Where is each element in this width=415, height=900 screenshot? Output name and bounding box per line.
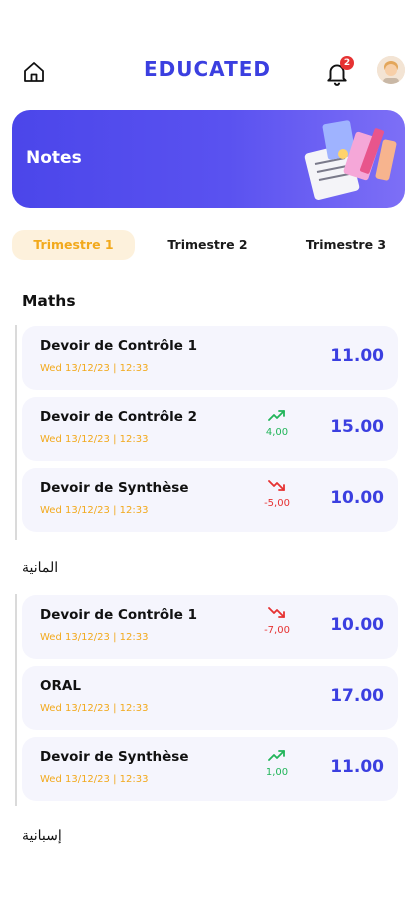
- trend-value: 4,00: [265, 427, 289, 438]
- section-title-spanish: إسبانية: [22, 828, 62, 844]
- trend-value: -5,00: [264, 498, 290, 509]
- grade-date: Wed 13/12/23 | 12:33: [40, 434, 149, 445]
- grade-value: 17.00: [330, 686, 384, 706]
- grade-value: 10.00: [330, 488, 384, 508]
- tab-trimestre-2[interactable]: Trimestre 2: [155, 230, 260, 260]
- grade-date: Wed 13/12/23 | 12:33: [40, 363, 149, 374]
- grade-value: 10.00: [330, 615, 384, 635]
- top-bar: EDUCATED 2: [0, 48, 415, 96]
- tab-trimestre-3[interactable]: Trimestre 3: [290, 230, 402, 260]
- grade-card[interactable]: Devoir de Contrôle 1 Wed 13/12/23 | 12:3…: [22, 595, 398, 659]
- trend-value: 1,00: [265, 767, 289, 778]
- grade-date: Wed 13/12/23 | 12:33: [40, 703, 149, 714]
- section-title-german: المانية: [22, 560, 59, 576]
- grade-value: 11.00: [330, 346, 384, 366]
- trend-down-icon: [268, 607, 285, 618]
- grade-trend: 4,00: [260, 409, 294, 438]
- grade-title: Devoir de Contrôle 1: [40, 607, 197, 623]
- trend-up-icon: [268, 410, 285, 421]
- grade-card[interactable]: Devoir de Synthèse Wed 13/12/23 | 12:33 …: [22, 468, 398, 532]
- tab-trimestre-1[interactable]: Trimestre 1: [12, 230, 135, 260]
- grade-value: 15.00: [330, 417, 384, 437]
- notes-banner: Notes: [12, 110, 405, 208]
- notebooks-illustration-icon: [304, 120, 397, 201]
- grade-date: Wed 13/12/23 | 12:33: [40, 505, 149, 516]
- grade-title: Devoir de Contrôle 1: [40, 338, 197, 354]
- grade-title: ORAL: [40, 678, 81, 694]
- grade-card[interactable]: Devoir de Synthèse Wed 13/12/23 | 12:33 …: [22, 737, 398, 801]
- notification-badge: 2: [340, 56, 354, 70]
- grade-card[interactable]: ORAL Wed 13/12/23 | 12:33 17.00: [22, 666, 398, 730]
- notifications-button[interactable]: 2: [324, 56, 354, 86]
- grade-trend: -5,00: [260, 480, 294, 509]
- trend-down-icon: [268, 480, 285, 491]
- trend-up-icon: [268, 750, 285, 761]
- grade-trend: -7,00: [260, 607, 294, 636]
- grade-title: Devoir de Contrôle 2: [40, 409, 197, 425]
- avatar[interactable]: [377, 56, 405, 84]
- section-title-maths: Maths: [22, 292, 76, 310]
- section-divider: [15, 594, 17, 806]
- trimester-tabs: Trimestre 1 Trimestre 2 Trimestre 3: [12, 230, 405, 260]
- grade-date: Wed 13/12/23 | 12:33: [40, 774, 149, 785]
- section-divider: [15, 325, 17, 540]
- grade-date: Wed 13/12/23 | 12:33: [40, 632, 149, 643]
- grade-title: Devoir de Synthèse: [40, 749, 189, 765]
- avatar-image: [377, 56, 405, 84]
- trend-value: -7,00: [264, 625, 290, 636]
- grade-value: 11.00: [330, 757, 384, 777]
- grade-trend: 1,00: [260, 749, 294, 778]
- grade-card[interactable]: Devoir de Contrôle 1 Wed 13/12/23 | 12:3…: [22, 326, 398, 390]
- grade-card[interactable]: Devoir de Contrôle 2 Wed 13/12/23 | 12:3…: [22, 397, 398, 461]
- grade-title: Devoir de Synthèse: [40, 480, 189, 496]
- page-title: Notes: [26, 148, 82, 168]
